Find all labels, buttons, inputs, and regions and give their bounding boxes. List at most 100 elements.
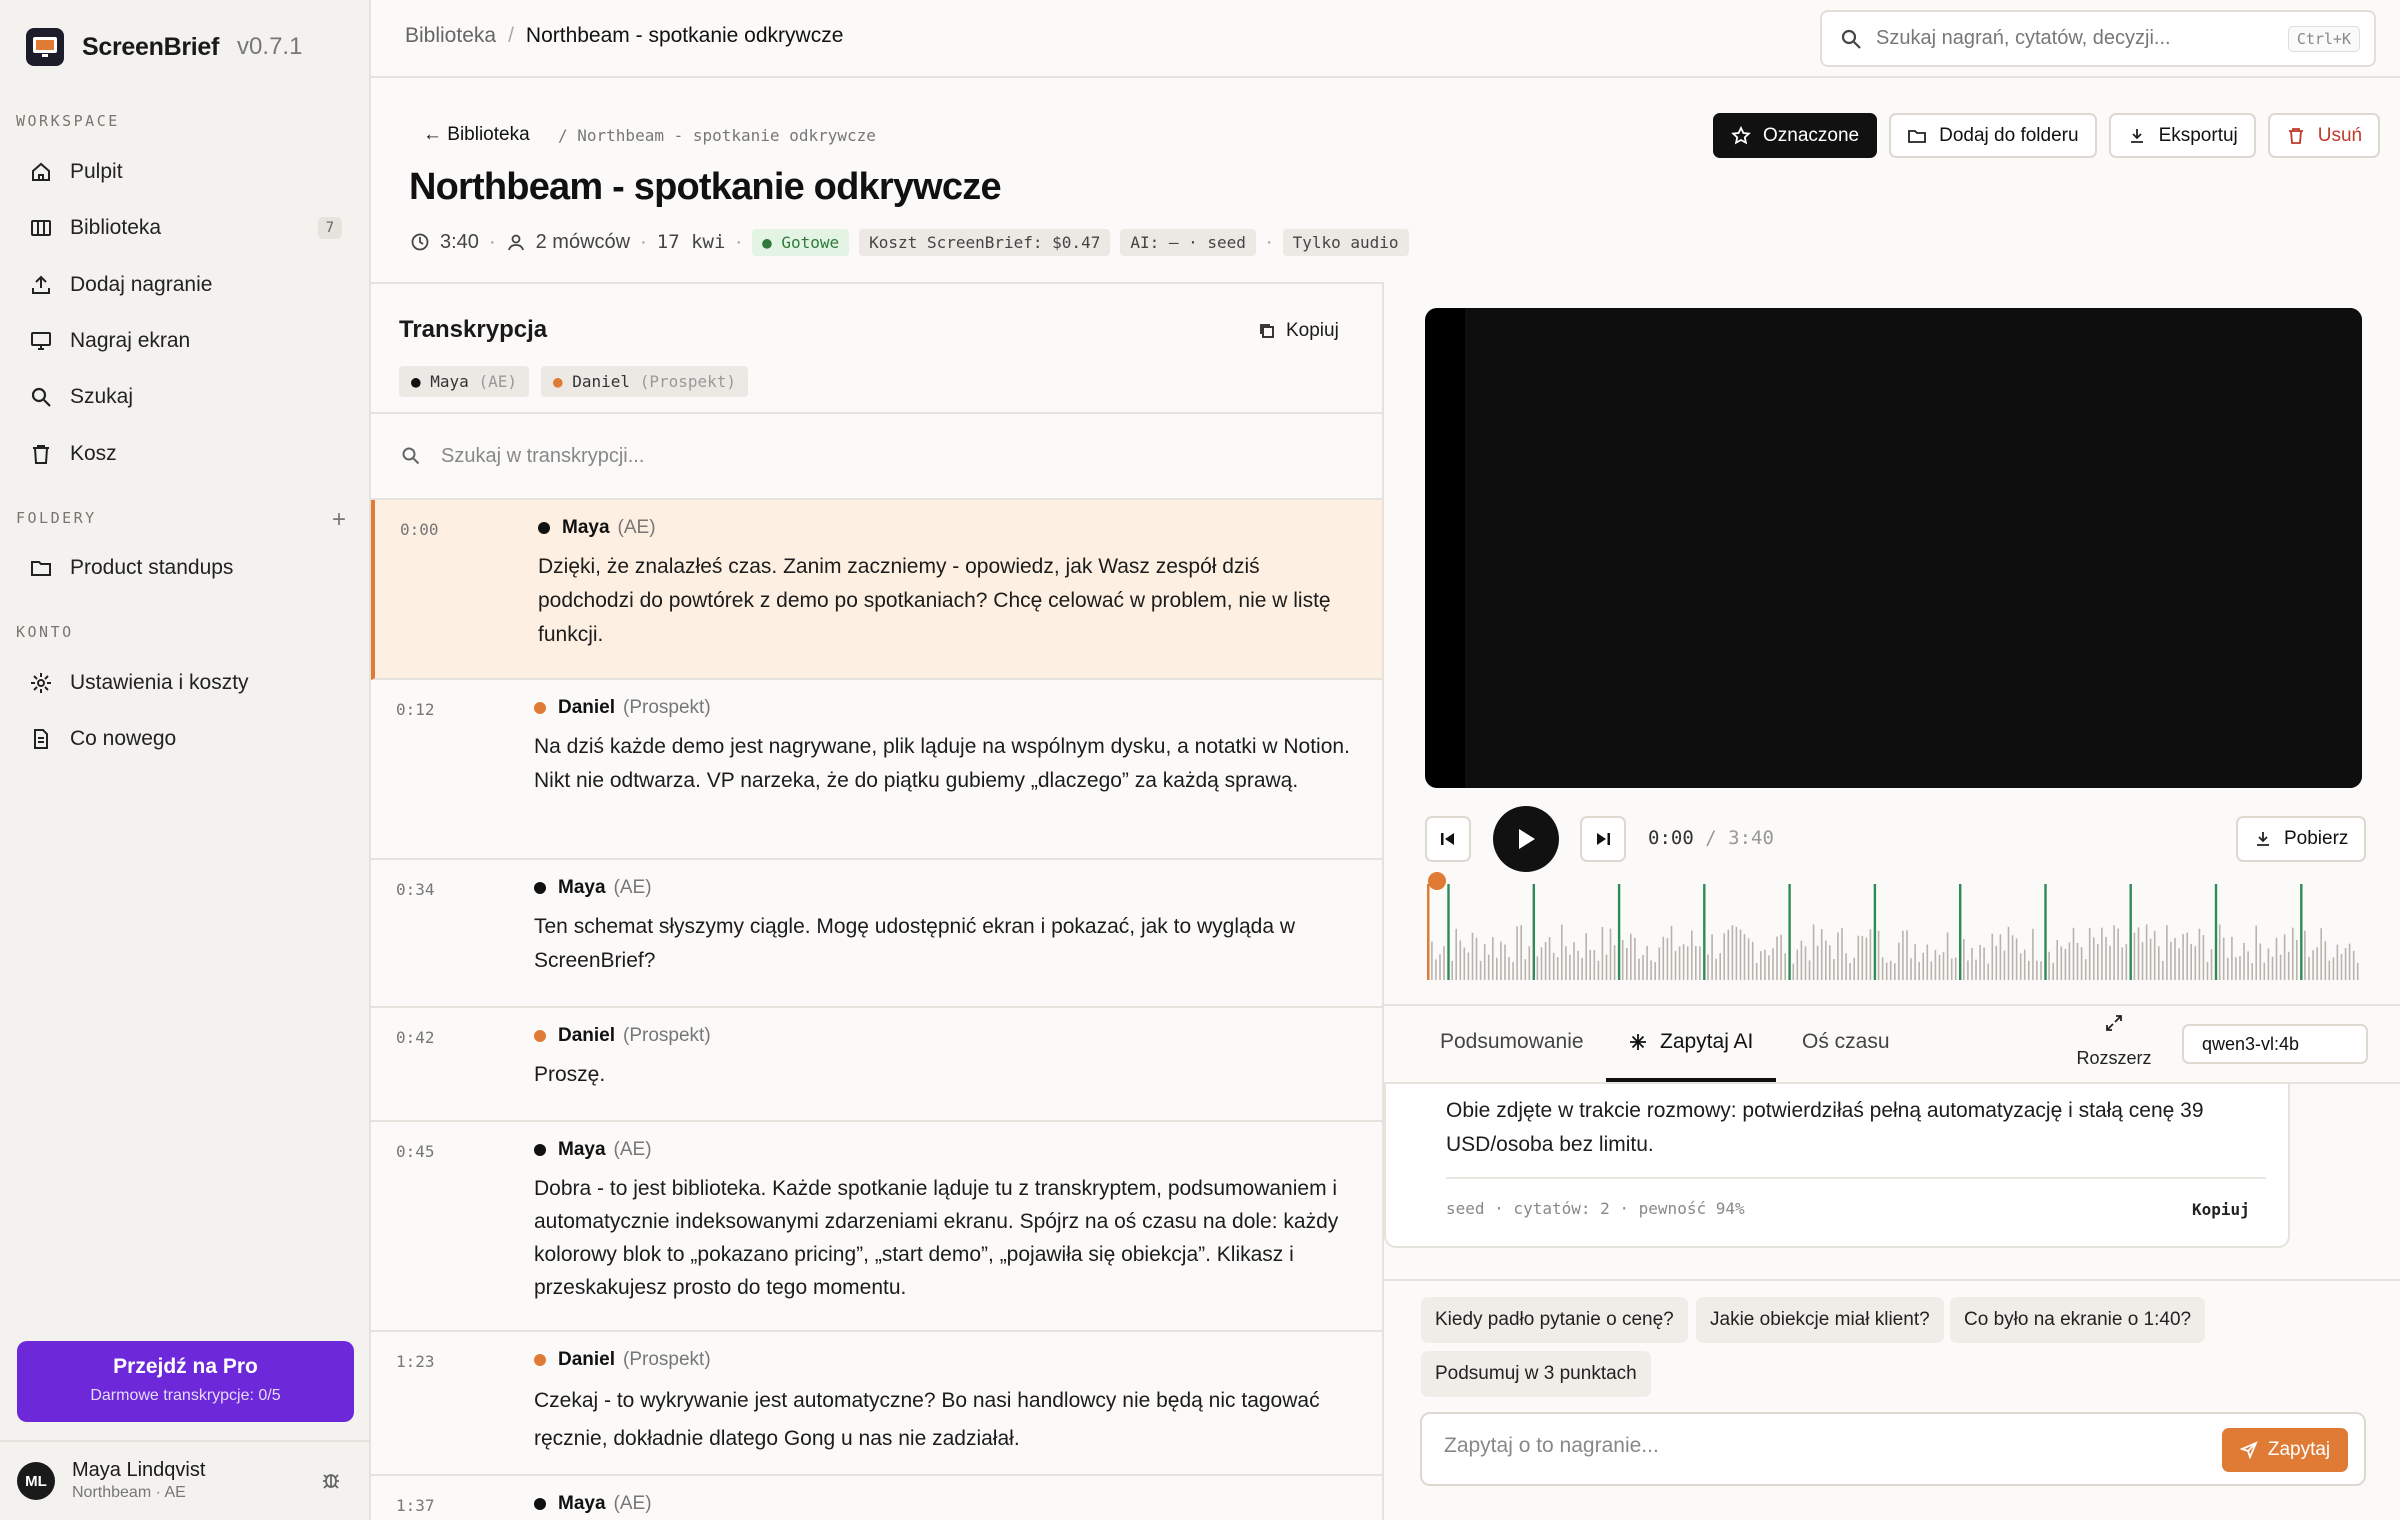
waveform-bar xyxy=(2235,957,2237,980)
user-profile[interactable]: ML Maya Lindqvist Northbeam · AE xyxy=(0,1440,369,1520)
transcript-segment[interactable]: 1:23 Daniel (Prospekt) Czekaj - to wykryw… xyxy=(371,1332,1382,1476)
play-button[interactable] xyxy=(1493,806,1559,872)
suggestion-chip[interactable]: Kiedy padło pytanie o cenę? xyxy=(1421,1297,1688,1343)
ask-input[interactable] xyxy=(1444,1434,2144,1458)
section-workspace: WORKSPACE xyxy=(16,112,120,130)
folder-item-product-standups[interactable]: Product standups xyxy=(12,544,352,592)
sidebar-item-kosz[interactable]: Kosz xyxy=(12,430,352,478)
waveform-bar xyxy=(1479,960,1482,980)
waveform-bar xyxy=(2263,962,2266,980)
waveform-scrubber[interactable] xyxy=(1425,872,2365,984)
segment-time[interactable]: 0:45 xyxy=(396,1142,435,1161)
waveform-bar xyxy=(1654,962,1656,980)
sidebar-item-label: Nagraj ekran xyxy=(70,329,191,352)
transcript-search[interactable] xyxy=(371,412,1382,500)
active-tab-indicator xyxy=(1606,1078,1776,1082)
sidebar-item-dodaj-nagranie[interactable]: Dodaj nagranie xyxy=(12,261,352,309)
waveform-bar xyxy=(2352,950,2355,980)
sidebar-item-szukaj[interactable]: Szukaj xyxy=(12,373,352,421)
ask-button[interactable]: Zapytaj xyxy=(2222,1428,2348,1472)
speaker-chip-daniel[interactable]: ● Daniel (Prospekt) xyxy=(540,366,749,397)
waveform-bar xyxy=(1670,925,1673,980)
transcript-search-input[interactable] xyxy=(441,444,1041,468)
segment-time[interactable]: 1:37 xyxy=(396,1496,435,1515)
breadcrumb-library[interactable]: Biblioteka xyxy=(405,24,496,48)
suggestion-chip[interactable]: Co było na ekranie o 1:40? xyxy=(1950,1297,2206,1343)
waveform-bar xyxy=(1808,960,1811,980)
expand-button[interactable]: Rozszerz xyxy=(2072,1014,2156,1069)
page-path: / Northbeam - spotkanie odkrywcze xyxy=(558,126,876,145)
delete-button[interactable]: Usuń xyxy=(2267,113,2381,158)
tab-ask-ai[interactable]: Zapytaj AI xyxy=(1628,1030,1753,1054)
transcript-segment[interactable]: 1:37 Maya (AE) xyxy=(371,1476,1382,1520)
marked-label: Oznaczone xyxy=(1763,124,1860,146)
playhead-handle[interactable] xyxy=(1428,872,1446,890)
copy-answer-button[interactable]: Kopiuj xyxy=(2192,1200,2250,1219)
brand[interactable]: ScreenBrief v0.7.1 xyxy=(26,26,302,68)
sidebar-item-settings[interactable]: Ustawienia i koszty xyxy=(12,659,352,707)
segment-time[interactable]: 0:00 xyxy=(400,520,439,539)
sidebar-item-nagraj-ekran[interactable]: Nagraj ekran xyxy=(12,317,352,365)
waveform-bar xyxy=(2137,927,2140,980)
transcript-segment[interactable]: 0:42 Daniel (Prospekt) Proszę. xyxy=(371,1008,1382,1122)
settings-icon xyxy=(28,670,54,696)
waveform-bar xyxy=(1699,946,1701,980)
upgrade-pro-button[interactable]: Przejdź na Pro Darmowe transkrypcje: 0/5 xyxy=(17,1341,354,1422)
waveform-bar xyxy=(2149,938,2152,980)
segment-time[interactable]: 0:34 xyxy=(396,880,435,899)
waveform-bar xyxy=(2072,927,2075,980)
waveform-bar xyxy=(1707,954,1709,980)
sidebar-item-pulpit[interactable]: Pulpit xyxy=(12,148,352,196)
transcript-panel: Transkrypcja Kopiuj ● Maya (AE) ● Daniel… xyxy=(371,282,1384,1520)
speaker-name: Maya xyxy=(558,1493,606,1514)
download-button[interactable]: Pobierz xyxy=(2236,816,2367,862)
waveform-bar xyxy=(1894,963,1896,980)
waveform-bar xyxy=(1715,958,1717,980)
segment-time[interactable]: 0:42 xyxy=(396,1028,435,1047)
transcript-segment[interactable]: 0:45 Maya (AE) Dobra - to jest biblioteka… xyxy=(371,1122,1382,1332)
waveform-bar xyxy=(1849,963,1851,980)
export-button[interactable]: Eksportuj xyxy=(2108,113,2256,158)
sidebar-item-biblioteka[interactable]: Biblioteka 7 xyxy=(12,204,352,252)
add-folder-icon[interactable]: + xyxy=(332,508,346,532)
suggestion-chip[interactable]: Jakie obiekcje miał klient? xyxy=(1696,1297,1944,1343)
tab-summary[interactable]: Podsumowanie xyxy=(1440,1030,1584,1054)
waveform-bar xyxy=(1703,884,1706,980)
tab-timeline[interactable]: Oś czasu xyxy=(1802,1030,1890,1054)
send-icon xyxy=(2239,1441,2258,1459)
marked-button[interactable]: Oznaczone xyxy=(1713,113,1878,158)
transcript-segment[interactable]: 0:00 Maya (AE) Dzięki, że znalazłeś czas.… xyxy=(371,500,1382,680)
segment-time[interactable]: 1:23 xyxy=(396,1352,435,1371)
copy-transcript-button[interactable]: Kopiuj xyxy=(1258,320,1339,342)
waveform-bar xyxy=(2332,957,2335,980)
waveform-bar xyxy=(1983,947,1985,980)
waveform-bar xyxy=(1727,929,1730,980)
global-search-input[interactable] xyxy=(1876,27,2246,50)
video-player[interactable] xyxy=(1425,308,2362,788)
global-search[interactable]: Ctrl+K xyxy=(1820,10,2376,67)
waveform-bar xyxy=(1439,954,1441,980)
speaker-chip-maya[interactable]: ● Maya (AE) xyxy=(399,366,529,397)
transcript-segment[interactable]: 0:34 Maya (AE) Ten schemat słyszymy ciągl… xyxy=(371,860,1382,1008)
add-to-folder-button[interactable]: Dodaj do folderu xyxy=(1889,113,2097,158)
topbar: Biblioteka / Northbeam - spotkanie odkry… xyxy=(371,0,2400,78)
waveform-bar xyxy=(1638,958,1640,980)
waveform-bar xyxy=(2340,954,2343,980)
shortcut-hint: Ctrl+K xyxy=(2287,25,2360,52)
back-link[interactable]: ← Biblioteka xyxy=(423,124,530,146)
waveform-bar xyxy=(1589,949,1591,980)
suggestion-chip[interactable]: Podsumuj w 3 punktach xyxy=(1421,1351,1651,1397)
waveform-bar xyxy=(2040,961,2042,980)
segment-time[interactable]: 0:12 xyxy=(396,700,435,719)
waveform-bar xyxy=(2356,962,2359,980)
bug-report-icon[interactable] xyxy=(320,1469,342,1491)
transcript-segment[interactable]: 0:12 Daniel (Prospekt) Na dziś każde demo… xyxy=(371,680,1382,860)
model-selector[interactable]: qwen3-vl:4b xyxy=(2182,1024,2368,1064)
waveform-bar xyxy=(1820,929,1823,980)
skip-forward-button[interactable] xyxy=(1580,816,1626,862)
waveform-bar xyxy=(1751,941,1754,980)
skip-back-button[interactable] xyxy=(1425,816,1471,862)
ask-box: Zapytaj xyxy=(1420,1412,2366,1486)
waveform-bar xyxy=(2267,948,2270,980)
sidebar-item-co-nowego[interactable]: Co nowego xyxy=(12,715,352,763)
